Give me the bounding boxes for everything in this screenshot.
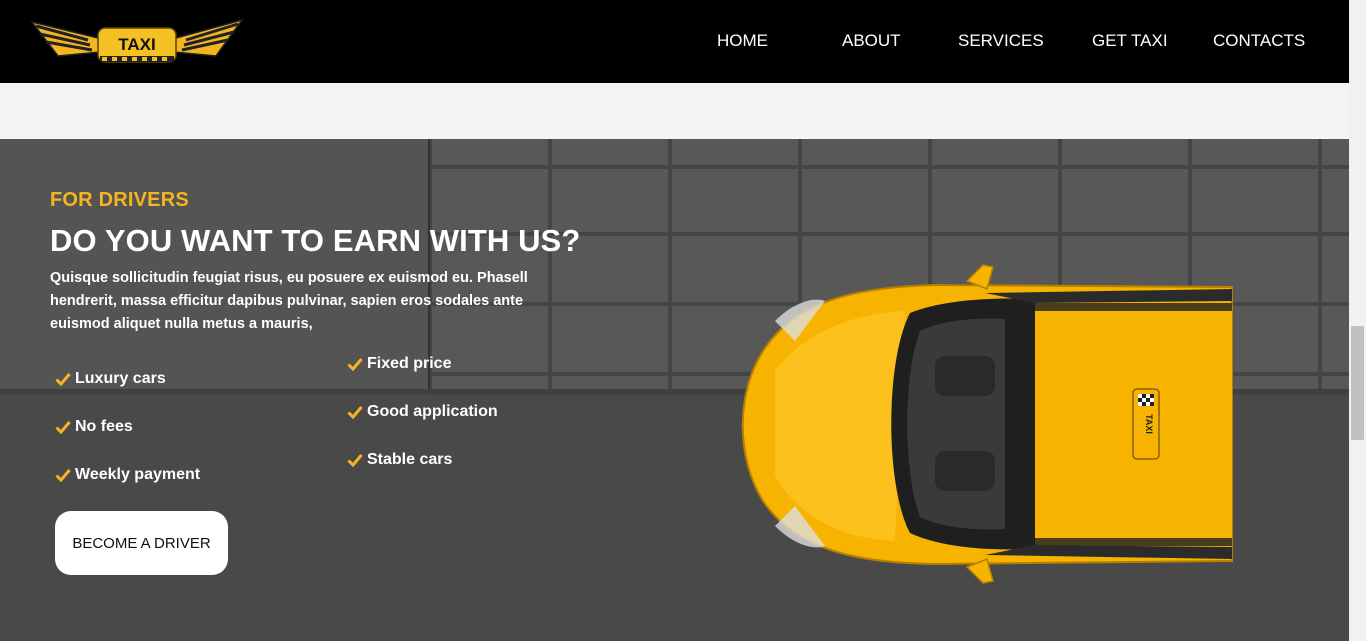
feature-label: Weekly payment — [75, 466, 201, 483]
feature-item: Luxury cars — [55, 370, 166, 388]
logo-left-wing — [30, 20, 101, 57]
section-lead: Quisque sollicitudin feugiat risus, eu p… — [50, 270, 528, 332]
feature-item: No fees — [55, 418, 133, 436]
feature-label: Fixed price — [367, 355, 452, 372]
feature-label: Luxury cars — [75, 370, 166, 387]
feature-label: Good application — [367, 403, 498, 420]
feature-item: Good application — [347, 403, 498, 421]
feature-label: No fees — [75, 418, 133, 435]
taxi-car-image: TAXI — [741, 264, 1233, 584]
drivers-hero: FOR DRIVERS DO YOU WANT TO EARN WITH US?… — [0, 139, 1349, 641]
check-icon — [55, 469, 71, 482]
check-icon — [347, 406, 363, 419]
feature-label: Stable cars — [367, 451, 453, 468]
logo-text: TAXI — [118, 35, 155, 54]
nav-contacts[interactable]: CONTACTS — [1213, 31, 1305, 51]
site-header: TAXI HOME ABOUT SERVICES GET TAXI CONTAC… — [0, 0, 1349, 83]
taxi-logo[interactable]: TAXI — [28, 12, 246, 70]
nav-services[interactable]: SERVICES — [958, 31, 1044, 51]
section-headline: DO YOU WANT TO EARN WITH US? — [50, 223, 581, 258]
check-icon — [347, 358, 363, 371]
feature-item: Fixed price — [347, 355, 451, 373]
logo-right-wing — [173, 18, 244, 57]
scrollbar-thumb[interactable] — [1351, 326, 1364, 440]
spacer-strip — [0, 83, 1349, 139]
car-roof-sign-text: TAXI — [1144, 414, 1154, 434]
feature-item: Weekly payment — [55, 466, 200, 484]
nav-home[interactable]: HOME — [717, 31, 768, 51]
nav-get-taxi[interactable]: GET TAXI — [1092, 31, 1168, 51]
section-eyebrow: FOR DRIVERS — [50, 189, 189, 211]
check-icon — [55, 421, 71, 434]
check-icon — [55, 373, 71, 386]
nav-about[interactable]: ABOUT — [842, 31, 901, 51]
feature-item: Stable cars — [347, 451, 452, 469]
check-icon — [347, 454, 363, 467]
become-driver-button[interactable]: BECOME A DRIVER — [55, 511, 228, 575]
page-scrollbar[interactable] — [1349, 0, 1366, 641]
